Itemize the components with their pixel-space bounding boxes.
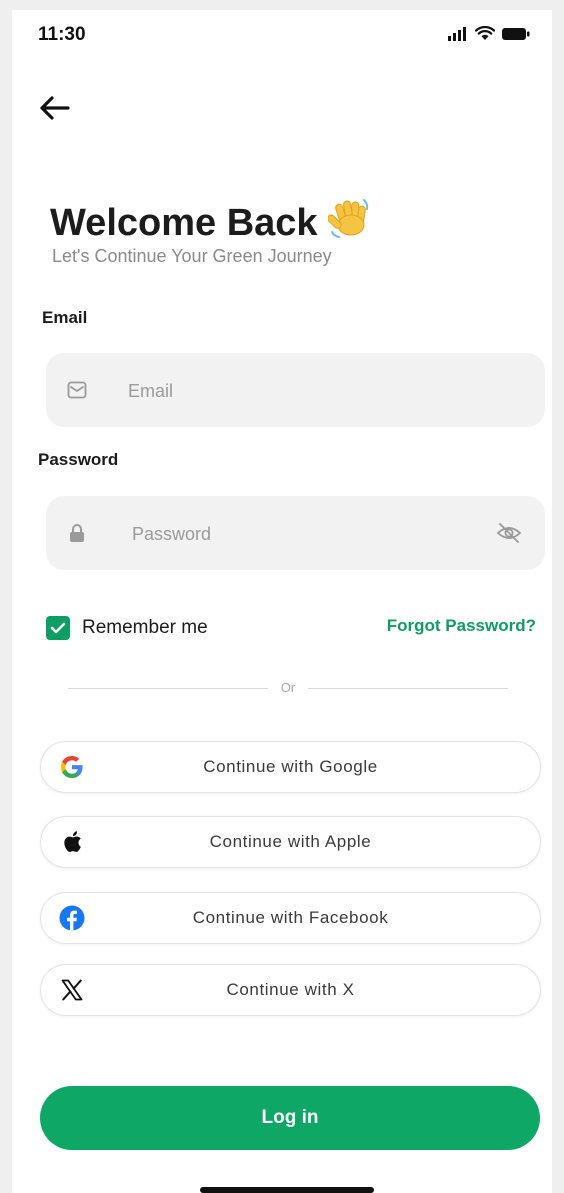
login-button[interactable]: Log in — [40, 1086, 540, 1150]
password-field[interactable] — [46, 496, 545, 572]
continue-with-facebook-button[interactable]: Continue with Facebook — [40, 892, 541, 944]
facebook-button-label: Continue with Facebook — [192, 908, 389, 927]
lock-icon — [66, 522, 88, 544]
wifi-icon — [474, 25, 496, 46]
page-title: Welcome Back — [50, 196, 372, 250]
phone-screen: 11:30 Welcome Back Let's Continue Your G… — [12, 10, 552, 1193]
page-subtitle: Let's Continue Your Green Journey — [52, 246, 332, 266]
status-bar: 11:30 — [12, 10, 552, 60]
mail-icon — [66, 379, 88, 401]
divider-line-right — [308, 688, 508, 689]
status-icons — [448, 25, 530, 46]
email-label: Email — [42, 308, 88, 327]
or-divider: Or — [68, 678, 508, 698]
status-time: 11:30 — [38, 24, 86, 45]
continue-with-x-button[interactable]: Continue with X — [40, 964, 541, 1016]
password-label: Password — [38, 450, 119, 469]
x-button-label: Continue with X — [226, 980, 355, 999]
forgot-password-link[interactable]: Forgot Password? — [387, 616, 536, 636]
checkbox-checked-icon[interactable] — [46, 616, 70, 640]
continue-with-apple-button[interactable]: Continue with Apple — [40, 816, 541, 868]
email-input[interactable] — [126, 353, 530, 429]
arrow-left-icon — [38, 95, 70, 126]
password-input[interactable] — [130, 496, 474, 572]
page-title-text: Welcome Back — [50, 201, 318, 244]
continue-with-google-button[interactable]: Continue with Google — [40, 741, 541, 793]
google-button-label: Continue with Google — [203, 757, 378, 776]
remember-me-label: Remember me — [82, 617, 208, 638]
signal-icon — [448, 26, 468, 46]
remember-me-checkbox[interactable]: Remember me — [46, 616, 208, 640]
battery-icon — [502, 27, 530, 46]
home-indicator — [200, 1187, 374, 1193]
back-button[interactable] — [34, 90, 74, 130]
email-field[interactable] — [46, 353, 545, 429]
apple-button-label: Continue with Apple — [209, 832, 372, 851]
waving-hand-icon — [326, 196, 372, 250]
eye-off-icon[interactable] — [495, 520, 523, 546]
